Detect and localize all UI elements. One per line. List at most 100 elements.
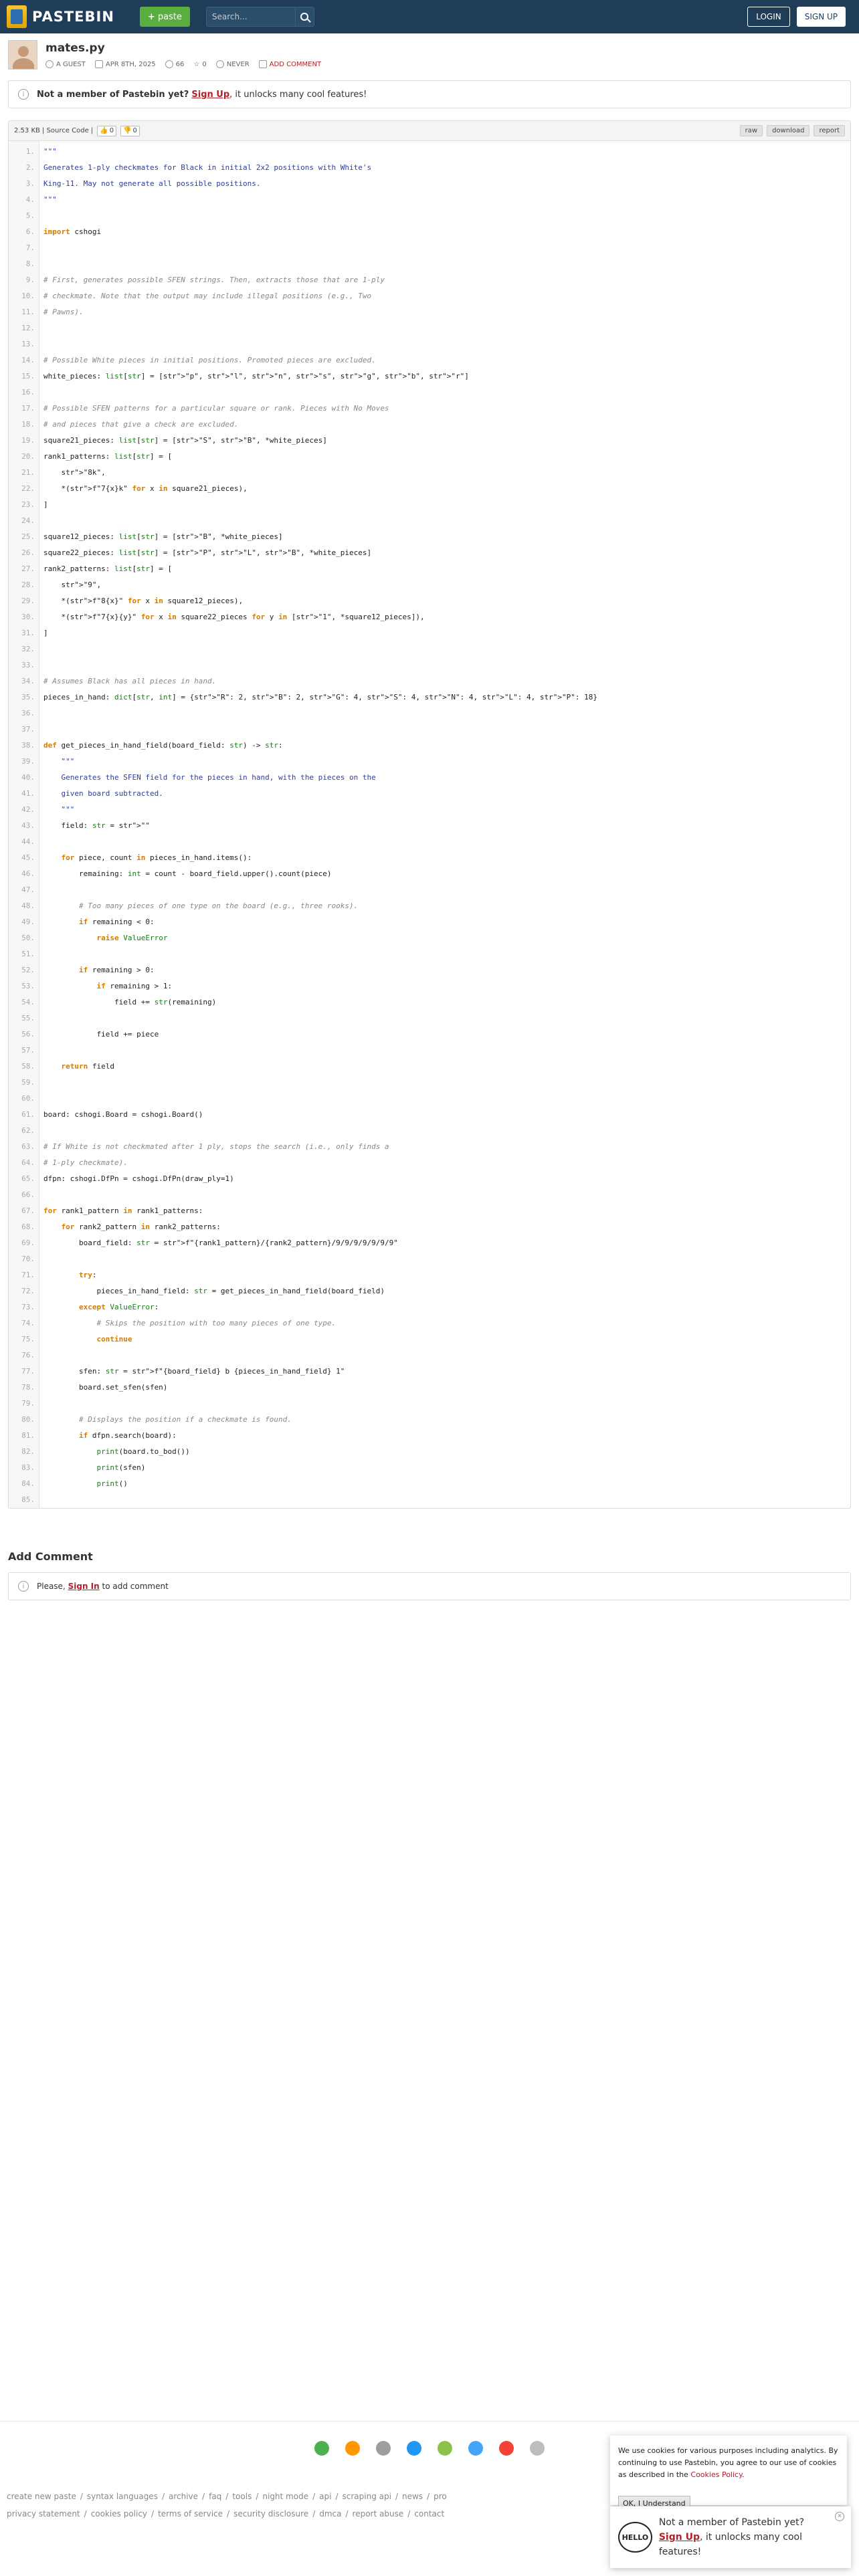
- code-line: raise ValueError: [96, 934, 168, 942]
- line-number: 54.: [21, 998, 35, 1006]
- line-number: 61.: [21, 1110, 35, 1119]
- code-line: for rank2_pattern in rank2_patterns:: [61, 1222, 221, 1231]
- line-number: 77.: [21, 1367, 35, 1376]
- promo-signup-link[interactable]: Sign Up: [659, 2532, 700, 2543]
- footer-separator: /: [161, 2492, 165, 2501]
- footer-link[interactable]: scraping api: [343, 2492, 391, 2501]
- line-number: 1.: [25, 147, 35, 156]
- add-comment-meta[interactable]: ADD COMMENT: [258, 60, 321, 68]
- cookies-policy-link[interactable]: Cookies Policy: [690, 2470, 742, 2479]
- star-icon: ☆: [193, 60, 200, 68]
- footer-link[interactable]: tools: [232, 2492, 252, 2501]
- like-button[interactable]: 👍 0: [97, 125, 117, 136]
- footer-link[interactable]: archive: [169, 2492, 198, 2501]
- code-line: return field: [61, 1062, 115, 1071]
- close-icon[interactable]: ✕: [835, 2512, 844, 2521]
- footer-link[interactable]: syntax languages: [87, 2492, 158, 2501]
- line-number: 68.: [21, 1222, 35, 1231]
- app-store-icon[interactable]: [314, 2440, 329, 2456]
- code-line: """: [43, 805, 75, 814]
- line-number: 31.: [21, 629, 35, 637]
- footer-link[interactable]: report abuse: [353, 2509, 404, 2518]
- footer-separator: /: [407, 2509, 411, 2518]
- logo[interactable]: PASTEBIN: [7, 5, 114, 28]
- notice-signup-link[interactable]: Sign Up: [191, 90, 229, 100]
- footer-link[interactable]: news: [402, 2492, 423, 2501]
- comment-rest: to add comment: [102, 1582, 169, 1591]
- code-line: """: [43, 147, 57, 156]
- thumbs-up-icon: 👍: [100, 127, 108, 134]
- footer-link[interactable]: pro: [434, 2492, 447, 2501]
- paste-date: APR 8TH, 2025: [105, 60, 156, 68]
- line-number: 35.: [21, 693, 35, 702]
- footer-link[interactable]: create new paste: [7, 2492, 76, 2501]
- sign-in-link[interactable]: Sign In: [68, 1582, 100, 1591]
- app-store-icon[interactable]: [345, 2440, 360, 2456]
- search-bar: Search...: [205, 7, 314, 27]
- search-input[interactable]: Search...: [205, 7, 296, 27]
- logo-text: PASTEBIN: [32, 9, 114, 25]
- app-store-icon[interactable]: [499, 2440, 514, 2456]
- stars-meta[interactable]: ☆ 0: [193, 61, 206, 68]
- app-store-icon[interactable]: [376, 2440, 391, 2456]
- line-number: 10.: [21, 292, 35, 300]
- footer-link[interactable]: contact: [414, 2509, 444, 2518]
- search-button[interactable]: [295, 7, 314, 27]
- code-line: import cshogi: [43, 227, 102, 236]
- footer-link[interactable]: terms of service: [158, 2509, 223, 2518]
- app-store-icon[interactable]: [530, 2440, 545, 2456]
- add-comment-link[interactable]: ADD COMMENT: [270, 61, 321, 68]
- code-line: print(): [96, 1479, 128, 1488]
- line-number: 50.: [21, 934, 35, 942]
- line-number: 38.: [21, 741, 35, 750]
- code-line: ]: [43, 629, 48, 637]
- line-number: 15.: [21, 372, 35, 381]
- new-paste-button[interactable]: + paste: [139, 7, 190, 27]
- line-number: 42.: [21, 805, 35, 814]
- raw-button[interactable]: raw: [739, 125, 763, 136]
- line-number: 80.: [21, 1415, 35, 1424]
- code-line: if remaining > 0:: [78, 966, 155, 974]
- line-number: 48.: [21, 901, 35, 910]
- code-line: for rank1_pattern in rank1_patterns:: [43, 1206, 203, 1215]
- footer-link[interactable]: privacy statement: [7, 2509, 80, 2518]
- footer-link[interactable]: faq: [209, 2492, 221, 2501]
- footer-link[interactable]: security disclosure: [233, 2509, 308, 2518]
- dislike-button[interactable]: 👎 0: [120, 125, 140, 136]
- footer-separator: /: [225, 2492, 229, 2501]
- line-number: 72.: [21, 1287, 35, 1295]
- code-box: 2.53 KB | Source Code | 👍 0 👎 0 raw down…: [8, 120, 851, 1509]
- code-lines[interactable]: """ Generates 1-ply checkmates for Black …: [39, 141, 850, 1508]
- line-number: 73.: [21, 1303, 35, 1311]
- report-button[interactable]: report: [814, 125, 845, 136]
- login-button[interactable]: LOGIN: [747, 7, 790, 27]
- footer-link[interactable]: cookies policy: [91, 2509, 147, 2518]
- app-store-icon[interactable]: [468, 2440, 483, 2456]
- like-count: 0: [109, 127, 114, 134]
- signup-promo: HELLO Not a member of Pastebin yet? Sign…: [610, 2506, 851, 2568]
- line-number: 56.: [21, 1030, 35, 1039]
- app-store-icon[interactable]: [438, 2440, 452, 2456]
- download-button[interactable]: download: [767, 125, 810, 136]
- comment-please: Please,: [37, 1582, 66, 1591]
- line-number: 43.: [21, 821, 35, 830]
- line-number: 78.: [21, 1383, 35, 1392]
- footer-link[interactable]: api: [319, 2492, 331, 2501]
- footer-separator: /: [202, 2492, 205, 2501]
- footer-link[interactable]: dmca: [319, 2509, 341, 2518]
- code-line: *(str">f"8{x}" for x in square12_pieces)…: [43, 597, 244, 605]
- app-store-icon[interactable]: [407, 2440, 421, 2456]
- signup-button[interactable]: SIGN UP: [796, 7, 846, 27]
- code-line: *(str">f"7{x}k" for x in square21_pieces…: [43, 484, 248, 493]
- footer-link[interactable]: night mode: [262, 2492, 308, 2501]
- author-meta: A GUEST: [45, 60, 86, 68]
- code-line: white_pieces: list[str] = [str">"p", str…: [43, 372, 469, 381]
